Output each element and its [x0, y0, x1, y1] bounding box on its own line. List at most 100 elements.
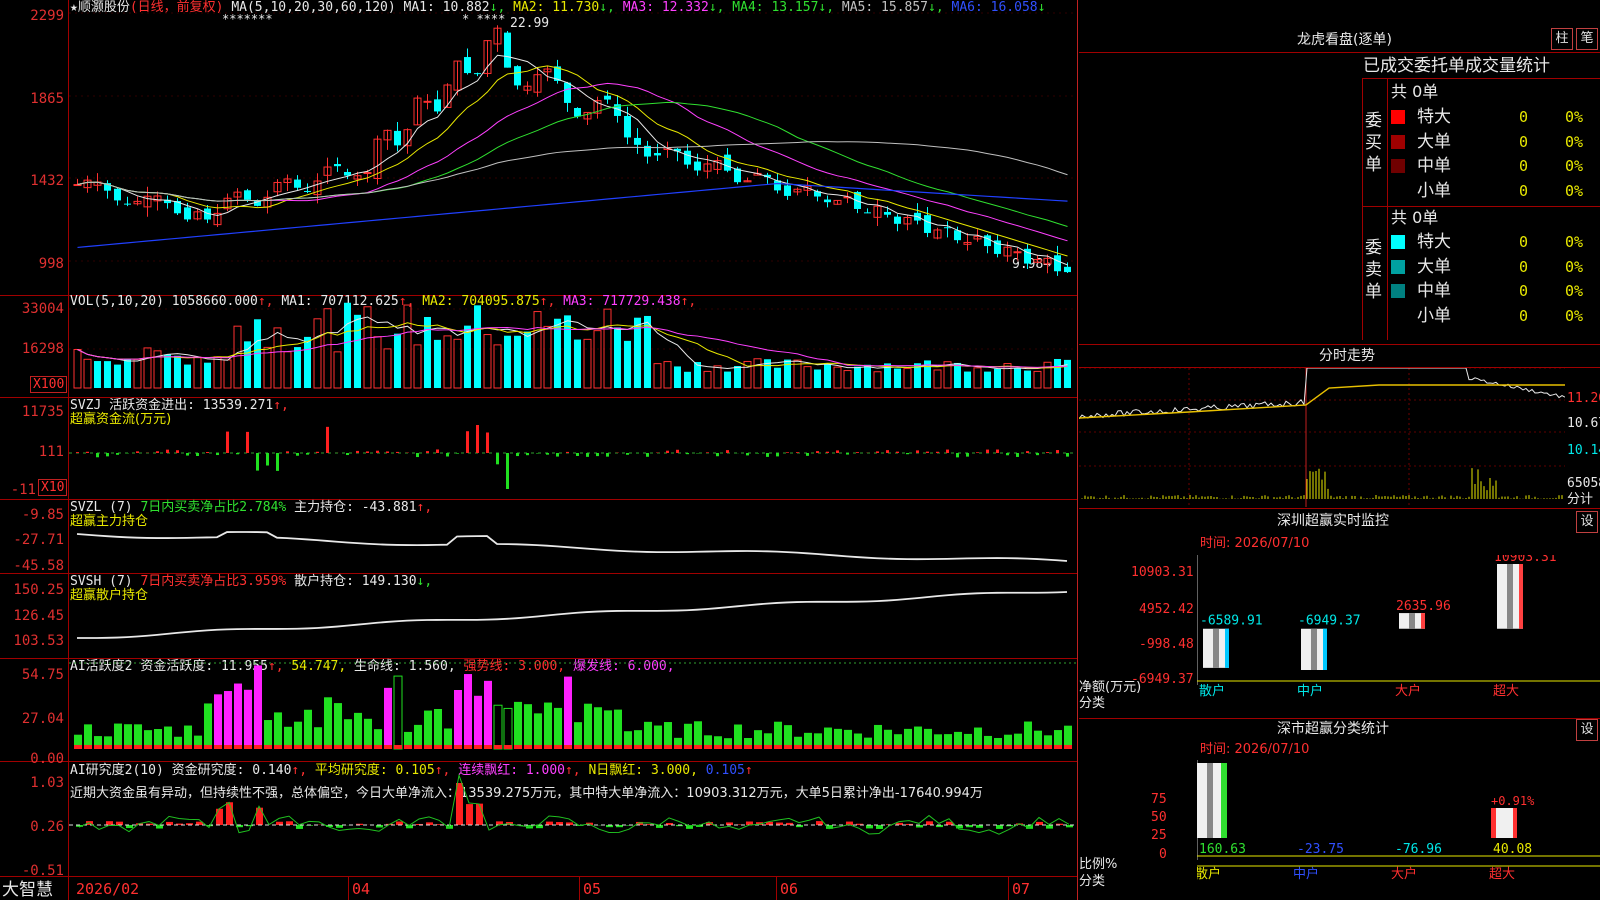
fund-flow-bar	[956, 453, 959, 458]
activity-base	[754, 745, 762, 749]
activity-bar	[354, 712, 362, 749]
fund-flow-bar	[426, 451, 429, 453]
main-holding-chart[interactable]	[69, 500, 1077, 573]
fund-flow-bar	[1016, 453, 1019, 457]
activity-bar	[324, 697, 332, 749]
fund-flow-chart[interactable]	[69, 398, 1077, 499]
fenshi-y-tick: 11.20	[1567, 391, 1600, 406]
activity-base	[1034, 745, 1042, 749]
volume-bar	[933, 369, 942, 389]
fund-flow-bar	[476, 425, 479, 453]
intraday-chart[interactable]	[1079, 368, 1565, 507]
fenshi-y-tick: 65058	[1567, 476, 1600, 491]
activity-base	[84, 745, 92, 749]
activity-base	[544, 745, 552, 749]
volume-bar	[464, 325, 471, 388]
fenshi-y-tick: 10.14	[1567, 443, 1600, 458]
vol-y-tick: 33004	[21, 301, 64, 317]
activity-bar	[334, 703, 342, 749]
candle-body	[244, 190, 251, 200]
activity-base	[934, 745, 942, 749]
x-label: 05	[583, 880, 602, 898]
activity-base	[734, 745, 742, 749]
activity-bar	[644, 721, 652, 749]
activity-chart[interactable]	[69, 659, 1077, 761]
monitor-ylabel: 净额(万元)	[1079, 680, 1142, 695]
research-chart[interactable]	[69, 763, 1077, 876]
fund-flow-bar	[376, 450, 379, 453]
classify-chart[interactable]: +0.91% 160.63 散户 -23.75 中户 -76.96 大户 40.08 超大	[1197, 760, 1600, 900]
volume-bar	[213, 356, 222, 389]
classify-category: 中户	[1293, 866, 1319, 882]
fund-flow-bar	[806, 453, 809, 456]
y-tick: 1432	[30, 173, 64, 189]
y-tick: 998	[38, 256, 64, 272]
volume-chart[interactable]	[69, 296, 1077, 397]
volume-bar	[363, 306, 372, 389]
research-bar	[866, 825, 873, 829]
volume-bar	[873, 371, 882, 389]
activity-base	[164, 745, 172, 749]
fund-flow-bar	[856, 452, 859, 453]
monitor-settings-button[interactable]: 设	[1576, 511, 1598, 533]
activity-base	[224, 745, 232, 749]
fund-flow-bar	[256, 453, 259, 471]
research-bar	[996, 825, 1003, 829]
volume-bar	[483, 334, 492, 389]
fund-flow-bar	[946, 449, 949, 453]
fund-flow-bar	[346, 453, 349, 456]
kline-chart[interactable]	[69, 0, 1077, 295]
activity-base	[124, 745, 132, 749]
ai2-y-tick: -0.51	[21, 863, 64, 879]
order-count: 0	[1519, 233, 1529, 251]
fenshi-unit: 分计	[1567, 492, 1594, 507]
fund-flow-bar	[306, 453, 309, 455]
activity-base	[384, 745, 392, 749]
volume-bar	[223, 359, 232, 389]
fund-flow-bar	[1026, 451, 1029, 453]
activity-base	[324, 745, 332, 749]
volume-bar	[583, 338, 592, 389]
volume-bar	[83, 358, 92, 389]
classify-settings-button[interactable]: 设	[1576, 719, 1598, 741]
fund-flow-bar	[156, 451, 159, 453]
bar-mode-button[interactable]: 柱	[1551, 28, 1573, 50]
candle-body	[514, 66, 521, 86]
candle-body	[1013, 251, 1022, 254]
activity-bar	[694, 721, 702, 749]
activity-base	[154, 745, 162, 749]
bar-edge	[1491, 808, 1496, 838]
activity-base	[334, 745, 342, 749]
activity-base	[864, 745, 872, 749]
activity-bar	[484, 680, 492, 749]
activity-base	[1004, 745, 1012, 749]
volume-bar	[373, 336, 382, 389]
fund-flow-bar	[496, 453, 499, 465]
volume-bar	[313, 318, 322, 389]
candle-body	[654, 153, 661, 156]
activity-base	[204, 745, 212, 749]
volume-bar	[524, 331, 531, 388]
kline-panel[interactable]: ★顺灏股份(日线，前复权) MA(5,10,20,30,60,120) MA1:…	[0, 0, 1078, 900]
tick-mode-button[interactable]: 笔	[1576, 28, 1598, 50]
app-name: 大智慧	[2, 880, 53, 900]
activity-bar	[344, 719, 352, 749]
candle-body	[184, 207, 191, 220]
activity-bar	[274, 712, 282, 749]
volume-bar	[713, 365, 722, 389]
monitor-chart[interactable]: -6589.91 散户 -6949.37 中户 2635.96 大户 10903.31 超大	[1197, 555, 1600, 715]
activity-base	[344, 745, 352, 749]
research-bar	[476, 803, 483, 825]
fund-flow-bar	[96, 453, 99, 458]
volume-bar	[344, 302, 351, 388]
fund-flow-bar	[986, 449, 989, 453]
activity-bar	[534, 713, 542, 749]
fund-flow-bar	[626, 453, 629, 455]
vol-unit: X100	[30, 376, 68, 393]
activity-base	[974, 745, 982, 749]
fund-flow-bar	[326, 426, 329, 453]
activity-base	[614, 745, 622, 749]
fund-flow-bar	[676, 449, 679, 453]
retail-holding-chart[interactable]	[69, 574, 1077, 658]
candle-body	[464, 57, 471, 74]
